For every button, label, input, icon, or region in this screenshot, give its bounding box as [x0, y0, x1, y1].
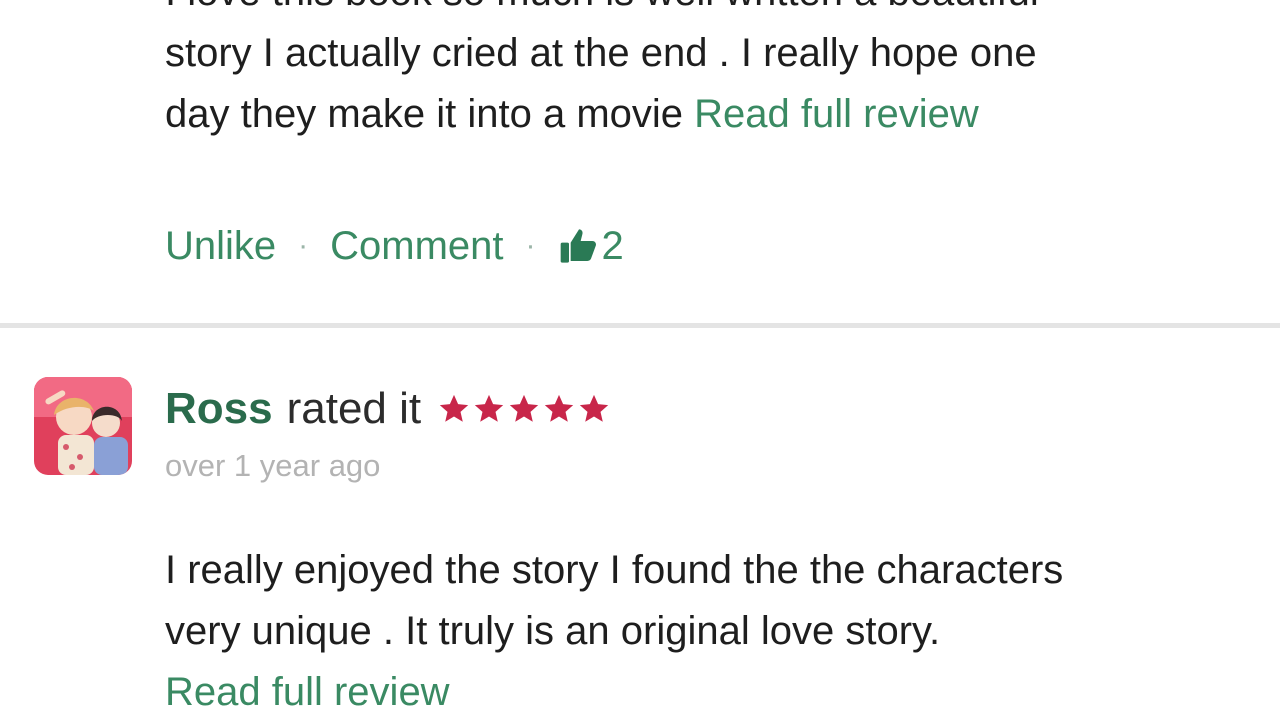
- review-line: story I actually cried at the end . I re…: [165, 31, 1037, 75]
- review-line-text: day they make it into a movie: [165, 92, 695, 136]
- avatar[interactable]: [34, 377, 132, 475]
- review-line: Read full review: [165, 662, 1245, 720]
- review-line: very unique . It truly is an original lo…: [165, 609, 941, 653]
- star-rating: [437, 392, 612, 426]
- read-full-review-link[interactable]: Read full review: [694, 92, 979, 136]
- separator: ·: [298, 229, 309, 262]
- thumbs-up-icon: [560, 229, 596, 263]
- likes-count-button[interactable]: 2: [558, 224, 624, 269]
- star-icon: [474, 394, 504, 422]
- review-body: I really enjoyed the story I found the t…: [165, 540, 1245, 720]
- unlike-button[interactable]: Unlike: [165, 224, 276, 269]
- user-name-link[interactable]: Ross: [165, 384, 273, 434]
- rating-header: Ross rated it: [165, 380, 612, 438]
- avatar-image: [34, 377, 132, 475]
- star-icon: [439, 394, 469, 422]
- review-timestamp[interactable]: over 1 year ago: [165, 448, 380, 484]
- review-feed: I love this book so much is well written…: [0, 0, 1280, 720]
- star-icon: [509, 394, 539, 422]
- comment-button[interactable]: Comment: [330, 224, 503, 269]
- star-icon: [579, 394, 609, 422]
- review-line: I really enjoyed the story I found the t…: [165, 548, 1064, 592]
- review-body: I love this book so much is well written…: [165, 0, 1245, 145]
- divider: [0, 323, 1280, 328]
- like-count: 2: [601, 223, 624, 268]
- separator: ·: [525, 229, 536, 262]
- read-full-review-link[interactable]: Read full review: [165, 670, 450, 714]
- star-icon: [544, 394, 574, 422]
- review-line: day they make it into a movie Read full …: [165, 84, 1245, 145]
- review-line: I love this book so much is well written…: [165, 0, 1245, 23]
- review-actions: Unlike · Comment · 2: [165, 218, 624, 274]
- rated-it-label: rated it: [286, 384, 422, 433]
